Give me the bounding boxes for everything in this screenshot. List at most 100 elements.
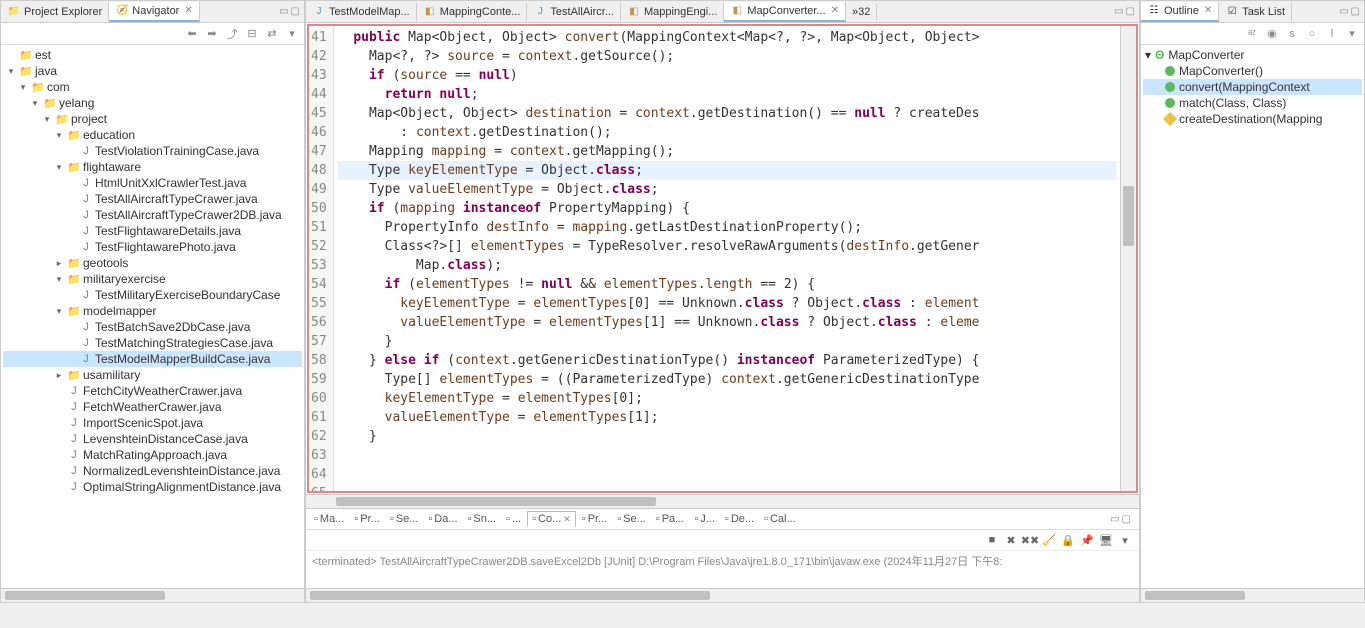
- maximize-icon[interactable]: ▢: [1126, 6, 1135, 17]
- tree-item[interactable]: JMatchRatingApproach.java: [3, 447, 302, 463]
- bottom-tab[interactable]: ▫...: [502, 512, 525, 526]
- sort-icon[interactable]: ᵃᶻ: [1244, 26, 1260, 42]
- editor-hscroll[interactable]: [306, 494, 1139, 508]
- bottom-tab[interactable]: ▫Pr...: [350, 512, 383, 526]
- tree-item[interactable]: JHtmlUnitXxlCrawlerTest.java: [3, 175, 302, 191]
- close-icon[interactable]: ✕: [1204, 5, 1212, 16]
- expander-icon[interactable]: ▾: [41, 114, 53, 125]
- pin-icon[interactable]: 📌: [1079, 532, 1095, 548]
- terminate-icon[interactable]: ■: [984, 532, 1000, 548]
- hide-local-icon[interactable]: l: [1324, 26, 1340, 42]
- close-icon[interactable]: ✕: [831, 5, 839, 16]
- tree-item[interactable]: JTestModelMapperBuildCase.java: [3, 351, 302, 367]
- tree-item[interactable]: JTestViolationTrainingCase.java: [3, 143, 302, 159]
- expander-icon[interactable]: ▾: [29, 98, 41, 109]
- scroll-lock-icon[interactable]: 🔒: [1060, 532, 1076, 548]
- expander-icon[interactable]: ▾: [5, 66, 17, 77]
- outline-member[interactable]: match(Class, Class): [1143, 95, 1362, 111]
- maximize-icon[interactable]: ▢: [291, 6, 300, 17]
- bottom-tab[interactable]: ▫Pr...: [578, 512, 611, 526]
- expander-icon[interactable]: ▸: [53, 258, 65, 269]
- display-icon[interactable]: 🖥: [1098, 532, 1114, 548]
- tree-item[interactable]: JTestFlightawareDetails.java: [3, 223, 302, 239]
- minimize-icon[interactable]: ▭: [1339, 6, 1348, 17]
- remove-icon[interactable]: ✖: [1003, 532, 1019, 548]
- tree-item[interactable]: JLevenshteinDistanceCase.java: [3, 431, 302, 447]
- collapse-all-icon[interactable]: ⊟: [244, 26, 260, 42]
- remove-all-icon[interactable]: ✖✖: [1022, 532, 1038, 548]
- clear-console-icon[interactable]: 🧹: [1041, 532, 1057, 548]
- open-console-icon[interactable]: ▾: [1117, 532, 1133, 548]
- up-icon[interactable]: ⤴: [224, 26, 240, 42]
- link-editor-icon[interactable]: ⇄: [264, 26, 280, 42]
- tree-item[interactable]: JTestFlightawarePhoto.java: [3, 239, 302, 255]
- minimize-icon[interactable]: ▭: [1114, 6, 1123, 17]
- view-menu-icon[interactable]: ▾: [1344, 26, 1360, 42]
- close-icon[interactable]: ✕: [184, 5, 192, 16]
- tree-item[interactable]: ▾📁modelmapper: [3, 303, 302, 319]
- expander-icon[interactable]: ▾: [53, 130, 65, 141]
- tree-item[interactable]: JTestAllAircraftTypeCrawer2DB.java: [3, 207, 302, 223]
- view-menu-icon[interactable]: ▾: [284, 26, 300, 42]
- expander-icon[interactable]: ▾: [53, 274, 65, 285]
- back-icon[interactable]: ⬅: [184, 26, 200, 42]
- navigator-hscroll[interactable]: [1, 588, 304, 602]
- hide-static-icon[interactable]: s: [1284, 26, 1300, 42]
- tab-tasklist[interactable]: ☑ Task List: [1219, 3, 1292, 21]
- expander-icon[interactable]: ▾: [53, 162, 65, 173]
- editor-tab[interactable]: JTestModelMap...: [306, 3, 417, 21]
- editor-vscroll[interactable]: [1120, 26, 1136, 491]
- outline-member[interactable]: createDestination(Mapping: [1143, 111, 1362, 127]
- tree-item[interactable]: JTestBatchSave2DbCase.java: [3, 319, 302, 335]
- bottom-tab[interactable]: ▫Cal...: [760, 512, 800, 526]
- tree-item[interactable]: ▾📁education: [3, 127, 302, 143]
- code-area[interactable]: public Map<Object, Object> convert(Mappi…: [334, 26, 1120, 491]
- bottom-tab[interactable]: ▫Pa...: [652, 512, 689, 526]
- tree-item[interactable]: ▾📁militaryexercise: [3, 271, 302, 287]
- bottom-tab[interactable]: ▫Ma...: [310, 512, 348, 526]
- expander-icon[interactable]: ▾: [17, 82, 29, 93]
- tree-item[interactable]: ▸📁geotools: [3, 255, 302, 271]
- console-hscroll[interactable]: [306, 588, 1139, 602]
- editor-tab[interactable]: ◧MappingEngi...: [621, 3, 724, 21]
- bottom-tab[interactable]: ▫Se...: [613, 512, 650, 526]
- outline-member[interactable]: convert(MappingContext: [1143, 79, 1362, 95]
- minimize-icon[interactable]: ▭: [1110, 514, 1119, 525]
- tree-item[interactable]: ▾📁com: [3, 79, 302, 95]
- tree-item[interactable]: ▾📁flightaware: [3, 159, 302, 175]
- more-tabs[interactable]: »32: [846, 4, 877, 20]
- tree-item[interactable]: ▾📁java: [3, 63, 302, 79]
- bottom-tab[interactable]: ▫J...: [690, 512, 719, 526]
- editor-tab[interactable]: JTestAllAircr...: [527, 3, 621, 21]
- expander-icon[interactable]: ▸: [53, 370, 65, 381]
- maximize-icon[interactable]: ▢: [1122, 514, 1131, 525]
- navigator-tree[interactable]: 📁est▾📁java▾📁com▾📁yelang▾📁project▾📁educat…: [1, 45, 304, 588]
- bottom-tab[interactable]: ▫Da...: [424, 512, 461, 526]
- outline-hscroll[interactable]: [1141, 588, 1364, 602]
- close-icon[interactable]: ✕: [563, 514, 571, 525]
- minimize-icon[interactable]: ▭: [279, 6, 288, 17]
- bottom-tab[interactable]: ▫Co...✕: [527, 511, 576, 527]
- tree-item[interactable]: JOptimalStringAlignmentDistance.java: [3, 479, 302, 495]
- tree-item[interactable]: JImportScenicSpot.java: [3, 415, 302, 431]
- tree-item[interactable]: JFetchWeatherCrawer.java: [3, 399, 302, 415]
- tree-item[interactable]: 📁est: [3, 47, 302, 63]
- hide-nonpublic-icon[interactable]: ○: [1304, 26, 1320, 42]
- tree-item[interactable]: ▾📁yelang: [3, 95, 302, 111]
- editor-tab[interactable]: ◧MappingConte...: [417, 3, 528, 21]
- tree-item[interactable]: ▾📁project: [3, 111, 302, 127]
- bottom-tab[interactable]: ▫Sn...: [464, 512, 501, 526]
- tree-item[interactable]: ▸📁usamilitary: [3, 367, 302, 383]
- tree-item[interactable]: JTestMilitaryExerciseBoundaryCase: [3, 287, 302, 303]
- tab-project-explorer[interactable]: 📁 Project Explorer: [1, 3, 109, 21]
- forward-icon[interactable]: ➡: [204, 26, 220, 42]
- outline-member[interactable]: MapConverter(): [1143, 63, 1362, 79]
- expander-icon[interactable]: ▾: [53, 306, 65, 317]
- tree-item[interactable]: JTestAllAircraftTypeCrawer.java: [3, 191, 302, 207]
- outline-class[interactable]: ▾ΘMapConverter: [1143, 47, 1362, 63]
- tree-item[interactable]: JTestMatchingStrategiesCase.java: [3, 335, 302, 351]
- tree-item[interactable]: JFetchCityWeatherCrawer.java: [3, 383, 302, 399]
- hide-fields-icon[interactable]: ◉: [1264, 26, 1280, 42]
- bottom-tab[interactable]: ▫Se...: [386, 512, 423, 526]
- tab-outline[interactable]: ☷ Outline ✕: [1141, 2, 1219, 22]
